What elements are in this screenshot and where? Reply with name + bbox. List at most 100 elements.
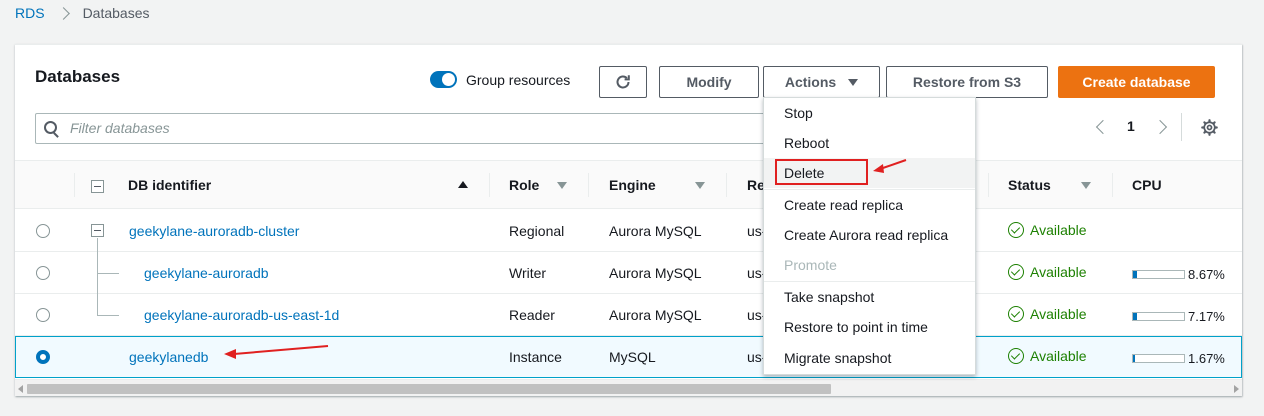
check-circle-icon — [1008, 348, 1024, 364]
cpu-meter: 7.17% — [1132, 309, 1225, 324]
table-row[interactable]: geekylane-auroradb-cluster Regional Auro… — [15, 210, 1242, 252]
check-circle-icon — [1008, 222, 1024, 238]
role-cell: Regional — [509, 223, 565, 239]
status-text: Available — [1030, 264, 1087, 280]
restore-from-s3-button[interactable]: Restore from S3 — [886, 66, 1048, 98]
cpu-value: 8.67% — [1188, 267, 1225, 282]
status-text: Available — [1030, 306, 1087, 322]
create-database-button[interactable]: Create database — [1058, 66, 1215, 98]
column-divider — [988, 173, 989, 197]
scroll-right-icon[interactable] — [1234, 385, 1239, 393]
collapse-icon[interactable] — [91, 224, 104, 237]
cpu-meter: 8.67% — [1132, 267, 1225, 282]
role-cell: Reader — [509, 307, 555, 323]
column-divider — [489, 173, 490, 197]
horizontal-scrollbar[interactable] — [15, 379, 1242, 396]
column-divider — [726, 173, 727, 197]
menu-item-stop[interactable]: Stop — [764, 98, 975, 128]
table-row[interactable]: geekylane-auroradb Writer Aurora MySQL u… — [15, 238, 1242, 294]
search-icon — [44, 121, 57, 134]
row-radio[interactable] — [36, 266, 50, 280]
breadcrumb-current: Databases — [82, 5, 150, 21]
column-divider — [1112, 173, 1113, 197]
actions-button[interactable]: Actions — [763, 66, 880, 98]
column-role[interactable]: Role — [509, 177, 539, 193]
row-radio[interactable] — [36, 224, 50, 238]
menu-item-restore-to-point-in-time[interactable]: Restore to point in time — [764, 312, 975, 342]
modify-button[interactable]: Modify — [659, 66, 759, 98]
cpu-fill — [1133, 271, 1138, 278]
chevron-right-icon — [56, 6, 70, 20]
engine-cell: MySQL — [609, 349, 656, 365]
filter-box — [35, 113, 795, 144]
engine-cell: Aurora MySQL — [609, 265, 702, 281]
db-identifier-link[interactable]: geekylanedb — [129, 349, 208, 365]
sort-icon[interactable] — [695, 182, 705, 189]
check-circle-icon — [1008, 264, 1024, 280]
db-identifier-link[interactable]: geekylane-auroradb-us-east-1d — [144, 307, 339, 323]
tree-line — [97, 293, 98, 315]
db-identifier-link[interactable]: geekylane-auroradb-cluster — [129, 223, 299, 239]
status-text: Available — [1030, 348, 1087, 364]
refresh-icon — [616, 75, 630, 89]
refresh-button[interactable] — [599, 66, 647, 98]
menu-item-take-snapshot[interactable]: Take snapshot — [764, 282, 975, 312]
group-resources-toggle[interactable] — [430, 71, 457, 88]
cpu-bar — [1132, 354, 1185, 363]
collapse-all-icon[interactable] — [91, 180, 104, 193]
tree-line — [97, 238, 98, 294]
menu-item-create-aurora-read-replica[interactable]: Create Aurora read replica — [764, 220, 975, 250]
menu-item-promote[interactable]: Promote — [764, 250, 975, 280]
divider — [1181, 113, 1182, 141]
cpu-meter: 1.67% — [1132, 351, 1225, 366]
chevron-left-icon[interactable] — [1095, 119, 1111, 135]
row-radio-selected[interactable] — [36, 350, 50, 364]
sort-ascending-icon[interactable] — [458, 181, 468, 188]
column-db-identifier[interactable]: DB identifier — [128, 177, 211, 193]
status-badge: Available — [1008, 222, 1087, 238]
menu-item-create-read-replica[interactable]: Create read replica — [764, 190, 975, 220]
breadcrumb-rds-link[interactable]: RDS — [15, 5, 45, 21]
scroll-left-icon[interactable] — [18, 385, 23, 393]
role-cell: Writer — [509, 265, 547, 281]
column-divider — [588, 173, 589, 197]
scrollbar-thumb[interactable] — [27, 384, 831, 394]
table-header: DB identifier Role Engine Re Status CPU — [15, 160, 1242, 209]
databases-panel: Databases Group resources Modify Actions… — [15, 44, 1242, 396]
actions-label: Actions — [784, 74, 837, 90]
db-identifier-link[interactable]: geekylane-auroradb — [144, 265, 269, 281]
annotation-arrow-icon — [873, 159, 907, 173]
tree-line — [97, 273, 119, 274]
table-row[interactable]: geekylane-auroradb-us-east-1d Reader Aur… — [15, 293, 1242, 336]
menu-item-migrate-snapshot[interactable]: Migrate snapshot — [764, 343, 975, 373]
cpu-bar — [1132, 312, 1185, 321]
status-badge: Available — [1008, 264, 1087, 280]
cpu-value: 7.17% — [1188, 309, 1225, 324]
annotation-highlight-box — [775, 159, 868, 185]
sort-icon[interactable] — [1081, 182, 1091, 189]
group-resources-label: Group resources — [466, 72, 571, 88]
status-badge: Available — [1008, 348, 1087, 364]
check-circle-icon — [1008, 306, 1024, 322]
sort-icon[interactable] — [557, 182, 567, 189]
cpu-value: 1.67% — [1188, 351, 1225, 366]
role-cell: Instance — [509, 349, 562, 365]
filter-input[interactable] — [70, 120, 770, 136]
row-radio[interactable] — [36, 308, 50, 322]
status-badge: Available — [1008, 306, 1087, 322]
column-cpu[interactable]: CPU — [1132, 177, 1162, 193]
cpu-fill — [1133, 355, 1135, 362]
annotation-arrow-icon — [224, 345, 329, 359]
cpu-bar — [1132, 270, 1185, 279]
status-text: Available — [1030, 222, 1087, 238]
table-row-selected[interactable]: geekylanedb Instance MySQL us- Available… — [15, 336, 1242, 378]
column-engine[interactable]: Engine — [609, 177, 656, 193]
gear-icon[interactable] — [1201, 119, 1218, 136]
toggle-knob — [442, 73, 455, 86]
cpu-fill — [1133, 313, 1137, 320]
menu-item-reboot[interactable]: Reboot — [764, 128, 975, 158]
page-number[interactable]: 1 — [1127, 118, 1135, 134]
chevron-right-icon[interactable] — [1152, 119, 1168, 135]
column-divider — [74, 173, 75, 197]
column-status[interactable]: Status — [1008, 177, 1051, 193]
